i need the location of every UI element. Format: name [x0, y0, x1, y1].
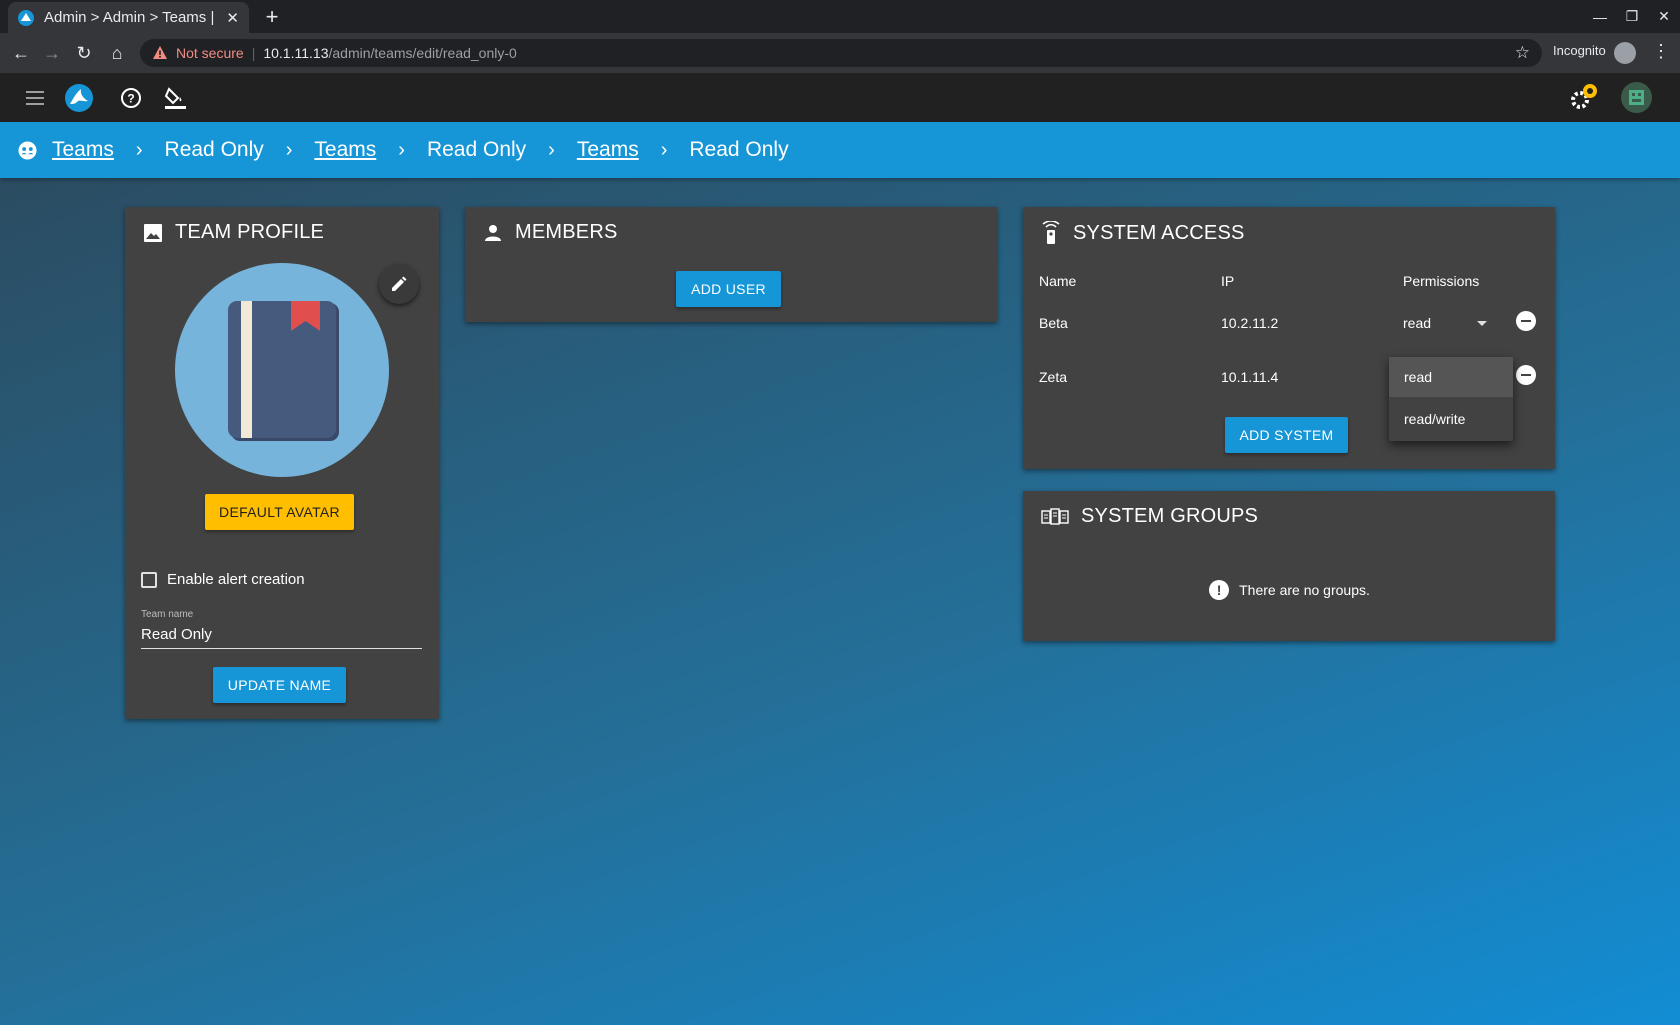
image-icon	[144, 223, 162, 242]
new-tab-icon[interactable]: +	[260, 4, 284, 30]
server-rack-icon	[1041, 507, 1069, 525]
not-secure-label: Not secure	[176, 45, 244, 61]
chevron-right-icon: ›	[398, 138, 405, 161]
incognito-label: Incognito	[1553, 43, 1606, 58]
default-avatar-button[interactable]: DEFAULT AVATAR	[205, 494, 354, 530]
system-ip-cell: 10.2.11.2	[1221, 315, 1279, 331]
members-title: MEMBERS	[483, 221, 618, 244]
window-controls: — ❐ ✕	[1584, 0, 1680, 33]
svg-text:?: ?	[127, 92, 134, 106]
dropdown-option-read[interactable]: read	[1389, 357, 1513, 397]
add-system-button[interactable]: ADD SYSTEM	[1225, 417, 1348, 453]
system-groups-card: SYSTEM GROUPS ! There are no groups.	[1023, 491, 1555, 641]
system-groups-title: SYSTEM GROUPS	[1041, 505, 1258, 528]
column-header-ip: IP	[1221, 273, 1235, 289]
system-name-cell: Zeta	[1039, 369, 1068, 385]
system-name-cell: Beta	[1039, 315, 1068, 331]
url-host: 10.1.11.13	[263, 45, 329, 61]
url-path: /admin/teams/edit/read_only-0	[328, 45, 517, 61]
breadcrumb-link-teams[interactable]: Teams	[52, 138, 114, 162]
warning-icon	[153, 46, 167, 59]
bookmark-star-icon[interactable]: ☆	[1515, 43, 1530, 63]
minimize-icon[interactable]: —	[1584, 9, 1616, 25]
add-user-button[interactable]: ADD USER	[676, 271, 781, 307]
incognito-icon[interactable]	[1614, 42, 1636, 64]
remove-system-icon[interactable]	[1516, 311, 1536, 331]
column-header-permissions: Permissions	[1403, 273, 1480, 289]
team-profile-card: TEAM PROFILE DEFAULT AVATAR Enable alert…	[125, 207, 439, 719]
team-profile-title: TEAM PROFILE	[143, 221, 324, 244]
hamburger-menu-icon[interactable]	[23, 85, 49, 111]
app-favicon-icon	[18, 9, 34, 26]
empty-groups-text: There are no groups.	[1239, 582, 1370, 598]
browser-tab[interactable]: Admin > Admin > Teams | ✕	[8, 2, 249, 33]
breadcrumb-link-teams[interactable]: Teams	[314, 138, 376, 162]
team-name-input[interactable]: Read Only	[141, 623, 422, 649]
chevron-right-icon: ›	[135, 138, 143, 161]
team-avatar-image	[175, 263, 389, 477]
user-avatar[interactable]	[1621, 82, 1652, 113]
edit-avatar-button[interactable]	[379, 264, 419, 304]
system-access-title: SYSTEM ACCESS	[1041, 221, 1245, 245]
app-header: ?	[0, 73, 1680, 122]
breadcrumb-text-team: Read Only	[426, 138, 527, 161]
help-icon[interactable]: ?	[118, 85, 144, 111]
permission-dropdown-menu: read read/write	[1389, 357, 1513, 441]
dropdown-option-read-write[interactable]: read/write	[1389, 399, 1513, 439]
omnibox-separator: |	[251, 45, 256, 61]
back-icon[interactable]: ←	[9, 41, 33, 65]
browser-menu-icon[interactable]: ⋮	[1652, 41, 1670, 62]
close-window-icon[interactable]: ✕	[1648, 8, 1680, 25]
permission-select[interactable]: read	[1403, 315, 1431, 331]
chevron-right-icon: ›	[285, 138, 293, 161]
teams-icon	[18, 140, 37, 160]
home-icon[interactable]: ⌂	[105, 41, 129, 65]
forward-icon[interactable]: →	[40, 41, 64, 65]
members-card: MEMBERS ADD USER	[465, 207, 997, 322]
tab-title: Admin > Admin > Teams |	[44, 9, 215, 26]
system-ip-cell: 10.1.11.4	[1221, 369, 1279, 385]
browser-titlebar: Admin > Admin > Teams | ✕ + — ❐ ✕	[0, 0, 1680, 33]
system-groups-title-text: SYSTEM GROUPS	[1081, 505, 1259, 527]
app-logo-icon[interactable]	[64, 83, 94, 113]
alert-creation-checkbox[interactable]	[141, 571, 157, 588]
team-name-label: Team name	[141, 609, 194, 620]
person-icon	[485, 224, 501, 241]
pencil-icon	[392, 276, 407, 291]
browser-toolbar: ← → ↻ ⌂ Not secure | 10.1.11.13/admin/te…	[0, 33, 1680, 73]
team-profile-title-text: TEAM PROFILE	[175, 221, 325, 243]
breadcrumb: Teams › Read Only › Teams › Read Only › …	[0, 122, 1680, 178]
exclamation-icon: !	[1209, 580, 1230, 600]
breadcrumb-text-team: Read Only	[689, 138, 789, 161]
settings-gear-icon[interactable]	[1566, 83, 1600, 113]
remove-system-icon[interactable]	[1516, 365, 1536, 385]
chevron-right-icon: ›	[548, 138, 555, 161]
tab-close-icon[interactable]: ✕	[226, 9, 239, 27]
chevron-right-icon: ›	[660, 138, 668, 161]
remote-control-icon	[1042, 221, 1060, 244]
reload-icon[interactable]: ↻	[72, 41, 96, 65]
breadcrumb-text-team: Read Only	[164, 138, 264, 161]
empty-groups-message: ! There are no groups.	[1023, 580, 1556, 600]
column-header-name: Name	[1039, 273, 1077, 289]
dropdown-arrow-icon[interactable]	[1477, 321, 1487, 326]
alert-creation-label: Enable alert creation	[167, 571, 305, 588]
paint-bucket-icon[interactable]	[163, 85, 189, 111]
breadcrumb-link-teams[interactable]: Teams	[577, 138, 639, 162]
members-title-text: MEMBERS	[515, 221, 618, 243]
update-name-button[interactable]: UPDATE NAME	[213, 667, 346, 703]
system-access-title-text: SYSTEM ACCESS	[1073, 221, 1245, 244]
restore-icon[interactable]: ❐	[1616, 8, 1648, 25]
address-bar[interactable]: Not secure | 10.1.11.13/admin/teams/edit…	[140, 39, 1542, 67]
alert-creation-row[interactable]: Enable alert creation	[141, 571, 305, 588]
